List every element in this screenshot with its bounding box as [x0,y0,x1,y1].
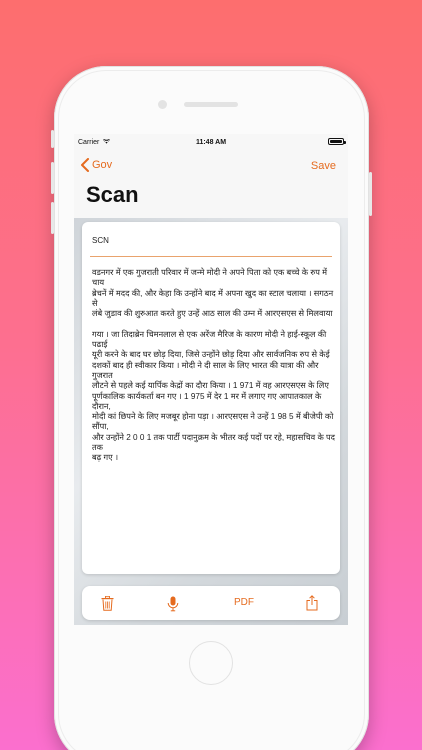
back-button[interactable]: Gov [80,158,112,172]
home-button[interactable] [189,641,233,685]
navigation-bar: Gov Save [74,156,348,178]
mute-switch [51,130,54,148]
page-title: Scan [86,182,139,207]
document-heading[interactable]: SCN [92,236,109,245]
scanned-text-editor[interactable]: SCN वडनगर में एक गुजराती परिवार में जन्म… [82,222,340,574]
volume-up-button [51,162,54,194]
front-camera [158,100,167,109]
volume-down-button [51,202,54,234]
app-screen: Carrier 11:48 AM Gov Save Scan SCN वडनगर… [74,134,348,625]
power-button [369,172,372,216]
heading-divider [90,256,332,257]
chevron-left-icon [81,158,89,172]
earpiece-speaker [184,102,238,107]
status-bar: Carrier 11:48 AM [74,134,348,150]
bottom-toolbar: PDF [82,586,340,620]
mic-icon[interactable] [167,596,179,612]
share-icon[interactable] [306,595,318,611]
document-body-text[interactable]: वडनगर में एक गुजराती परिवार में जन्मे मो… [92,268,336,464]
battery-icon [328,138,346,145]
save-button[interactable]: Save [311,160,336,172]
back-label: Gov [92,159,113,171]
status-time: 11:48 AM [195,139,227,146]
battery-status [326,138,346,145]
trash-icon[interactable] [101,596,114,611]
pdf-button[interactable]: PDF [234,597,254,608]
